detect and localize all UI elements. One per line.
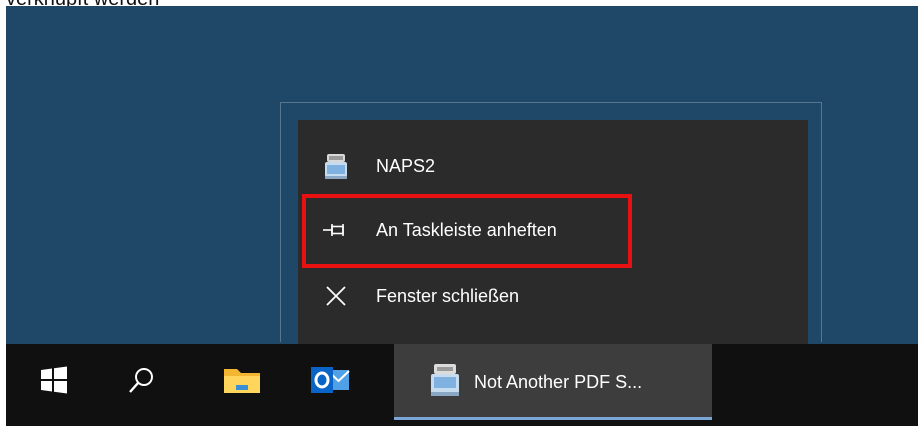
naps2-scanner-icon	[322, 152, 350, 180]
start-button[interactable]	[22, 344, 86, 420]
naps2-scanner-icon	[430, 362, 460, 403]
jumplist-item-label: NAPS2	[376, 155, 436, 176]
jumplist-item-close-window[interactable]: Fenster schließen	[298, 270, 808, 322]
file-explorer-button[interactable]	[210, 344, 274, 420]
search-button[interactable]	[110, 344, 174, 420]
jumplist-item-naps2[interactable]: NAPS2	[298, 140, 808, 192]
jumplist-item-label: Fenster schließen	[376, 285, 520, 306]
taskbar-app-label: Not Another PDF S...	[474, 371, 643, 392]
active-app-indicator	[394, 417, 712, 420]
taskbar-app-naps2[interactable]: Not Another PDF S...	[394, 344, 712, 420]
taskbar: Not Another PDF S...	[6, 344, 918, 426]
close-icon	[322, 282, 350, 310]
file-explorer-icon	[222, 363, 262, 402]
outlook-icon	[310, 364, 350, 401]
windows-start-icon	[40, 366, 68, 399]
outlook-button[interactable]	[298, 344, 362, 420]
search-icon	[127, 365, 157, 400]
highlight-annotation-box	[302, 194, 632, 268]
